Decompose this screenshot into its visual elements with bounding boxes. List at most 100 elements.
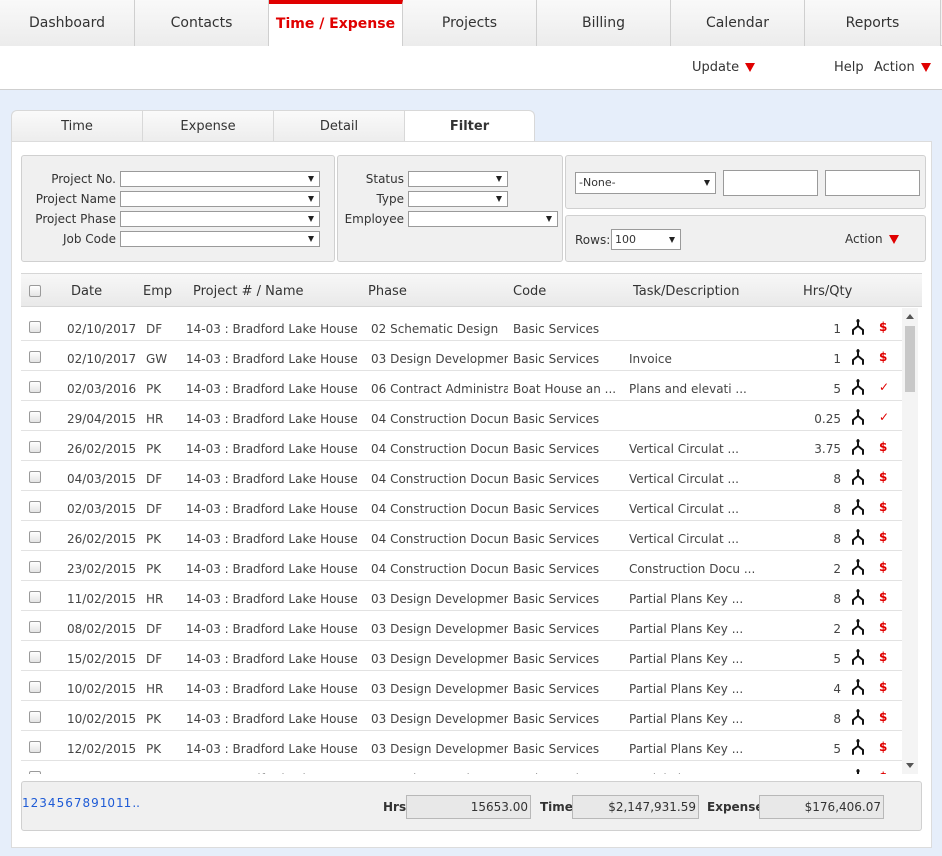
billing-status-icon[interactable]: $ [879, 560, 887, 574]
page-link[interactable]: 6 [65, 796, 73, 810]
col-code[interactable]: Code [513, 284, 546, 299]
filter-action-menu[interactable]: Action [845, 232, 899, 246]
nav-tab-reports[interactable]: Reports [805, 0, 941, 46]
row-checkbox[interactable] [29, 321, 41, 333]
billing-status-icon[interactable]: $ [879, 710, 887, 724]
table-row[interactable]: 12/02/2015 PK 14-03 : Bradford Lake House 0… [21, 731, 902, 761]
billing-status-icon[interactable]: $ [879, 470, 887, 484]
help-link[interactable]: Help [834, 60, 864, 75]
nav-tab-time-expense[interactable]: Time / Expense [269, 0, 403, 47]
billing-status-icon[interactable]: $ [879, 500, 887, 514]
scroll-thumb[interactable] [905, 326, 915, 392]
billing-status-icon[interactable]: $ [879, 350, 887, 364]
table-row[interactable]: 02/10/2017 GW 14-03 : Bradford Lake House 0… [21, 341, 902, 371]
table-row[interactable]: 10/02/2015 PK 14-03 : Bradford Lake House 0… [21, 701, 902, 731]
row-checkbox[interactable] [29, 411, 41, 423]
subtab-filter[interactable]: Filter [404, 110, 535, 142]
table-row[interactable]: 26/02/2015 PK 14-03 : Bradford Lake House 0… [21, 521, 902, 551]
grid-scrollbar[interactable] [902, 308, 918, 774]
split-icon[interactable] [850, 739, 866, 755]
table-row[interactable]: 04/03/2015 DF 14-03 : Bradford Lake House 0… [21, 461, 902, 491]
col-task[interactable]: Task/Description [633, 284, 739, 299]
split-icon[interactable] [850, 589, 866, 605]
row-checkbox[interactable] [29, 561, 41, 573]
row-checkbox[interactable] [29, 651, 41, 663]
row-checkbox[interactable] [29, 621, 41, 633]
billing-status-icon[interactable]: $ [879, 530, 887, 544]
row-checkbox[interactable] [29, 471, 41, 483]
custom-value-input-2[interactable] [825, 170, 920, 196]
billing-status-icon[interactable]: $ [879, 770, 887, 774]
table-row[interactable]: 10/02/2015 HR 14-03 : Bradford Lake House 0… [21, 671, 902, 701]
page-link[interactable]: 9 [91, 796, 99, 810]
row-checkbox[interactable] [29, 441, 41, 453]
project-phase-select[interactable] [120, 211, 320, 227]
table-row[interactable]: 26/02/2015 PK 14-03 : Bradford Lake House 0… [21, 431, 902, 461]
row-checkbox[interactable] [29, 351, 41, 363]
billing-status-icon[interactable]: $ [879, 650, 887, 664]
custom-value-input-1[interactable] [723, 170, 818, 196]
table-row[interactable]: 02/03/2016 PK 14-03 : Bradford Lake House 0… [21, 371, 902, 401]
subtab-time[interactable]: Time [11, 110, 142, 142]
nav-tab-billing[interactable]: Billing [537, 0, 671, 46]
split-icon[interactable] [850, 439, 866, 455]
row-checkbox[interactable] [29, 741, 41, 753]
page-link[interactable]: 10 [100, 796, 115, 810]
row-checkbox[interactable] [29, 591, 41, 603]
split-icon[interactable] [850, 649, 866, 665]
page-link[interactable]: 8 [82, 796, 90, 810]
subtab-expense[interactable]: Expense [142, 110, 273, 142]
update-menu[interactable]: Update [692, 60, 756, 75]
custom-field-select[interactable]: -None- [575, 172, 716, 194]
billing-status-icon[interactable]: ✓ [879, 410, 889, 424]
nav-tab-calendar[interactable]: Calendar [671, 0, 805, 46]
billing-status-icon[interactable]: $ [879, 440, 887, 454]
page-link[interactable]: 2 [31, 796, 39, 810]
table-row[interactable]: 15/02/2015 DF 14-03 : Bradford Lake House 0… [21, 641, 902, 671]
billing-status-icon[interactable]: $ [879, 320, 887, 334]
split-icon[interactable] [850, 769, 866, 774]
split-icon[interactable] [850, 529, 866, 545]
split-icon[interactable] [850, 559, 866, 575]
billing-status-icon[interactable]: $ [879, 740, 887, 754]
billing-status-icon[interactable]: $ [879, 680, 887, 694]
page-link[interactable]: 5 [57, 796, 65, 810]
table-row[interactable]: 08/02/2015 DF 14-03 : Bradford Lake House 0… [21, 611, 902, 641]
col-hrs[interactable]: Hrs/Qty [803, 284, 852, 299]
split-icon[interactable] [850, 409, 866, 425]
nav-tab-contacts[interactable]: Contacts [135, 0, 269, 46]
col-emp[interactable]: Emp [143, 284, 172, 299]
split-icon[interactable] [850, 679, 866, 695]
page-link[interactable]: 3 [39, 796, 47, 810]
row-checkbox[interactable] [29, 771, 41, 774]
row-checkbox[interactable] [29, 531, 41, 543]
job-code-select[interactable] [120, 231, 320, 247]
project-no-select[interactable] [120, 171, 320, 187]
page-link[interactable]: 7 [74, 796, 82, 810]
table-row[interactable]: 02/03/2015 DF 14-03 : Bradford Lake House 0… [21, 491, 902, 521]
split-icon[interactable] [850, 379, 866, 395]
status-select[interactable] [408, 171, 508, 187]
split-icon[interactable] [850, 709, 866, 725]
table-row[interactable]: 23/02/2015 PK 14-03 : Bradford Lake House 0… [21, 551, 902, 581]
page-link[interactable]: 4 [48, 796, 56, 810]
page-link[interactable]: 11 [116, 796, 131, 810]
col-phase[interactable]: Phase [368, 284, 407, 299]
row-checkbox[interactable] [29, 501, 41, 513]
nav-tab-projects[interactable]: Projects [403, 0, 537, 46]
row-checkbox[interactable] [29, 681, 41, 693]
type-select[interactable] [408, 191, 508, 207]
rows-select[interactable]: 100 [611, 229, 681, 250]
project-name-select[interactable] [120, 191, 320, 207]
row-checkbox[interactable] [29, 711, 41, 723]
billing-status-icon[interactable]: ✓ [879, 380, 889, 394]
page-link[interactable]: 1 [22, 796, 30, 810]
row-checkbox[interactable] [29, 381, 41, 393]
table-row[interactable]: 11/02/2015 PK 14-03 : Bradford Lake House 0… [21, 761, 902, 774]
table-row[interactable]: 11/02/2015 HR 14-03 : Bradford Lake House 0… [21, 581, 902, 611]
table-row[interactable]: 29/04/2015 HR 14-03 : Bradford Lake House 0… [21, 401, 902, 431]
table-row[interactable]: 02/10/2017 DF 14-03 : Bradford Lake House 0… [21, 311, 902, 341]
scroll-up-icon[interactable] [906, 314, 914, 319]
billing-status-icon[interactable]: $ [879, 620, 887, 634]
split-icon[interactable] [850, 499, 866, 515]
